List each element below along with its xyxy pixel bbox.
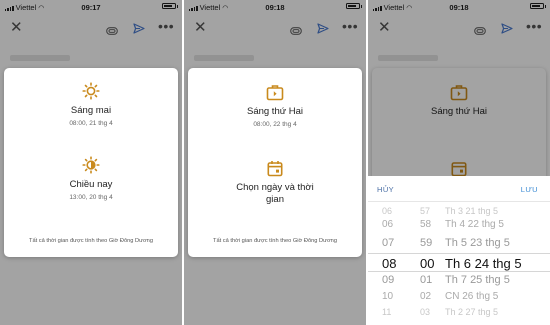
option-subtitle: 13:00, 20 thg 4 bbox=[69, 193, 113, 201]
picker-row: 10 02 CN 26 thg 5 bbox=[368, 291, 550, 306]
date-value: Th 3 21 thg 5 bbox=[445, 206, 499, 216]
date-time-picker-sheet: HỦY LƯU 06 57 Th 3 21 thg 5 06 58 Th 4 2… bbox=[368, 176, 550, 325]
minute-value: 02 bbox=[420, 291, 432, 302]
minute-value: 03 bbox=[420, 307, 431, 317]
date-value: CN 26 thg 5 bbox=[445, 291, 499, 302]
hour-value: 06 bbox=[382, 219, 394, 230]
minute-value: 00 bbox=[420, 256, 435, 271]
option-title: Chọn ngày và thời gian bbox=[236, 182, 314, 205]
option-title: Sáng mai bbox=[70, 105, 112, 116]
screen-1: Viettel ◠ 09:17 ✕ ••• Sáng mai 08:00, 21… bbox=[0, 0, 182, 325]
date-value: Th 6 24 thg 5 bbox=[445, 256, 522, 271]
hour-value: 10 bbox=[382, 291, 394, 302]
picker-row: 11 03 Th 2 27 thg 5 bbox=[368, 307, 550, 322]
hour-value: 11 bbox=[382, 307, 392, 317]
date-value: Th 7 25 thg 5 bbox=[445, 274, 510, 286]
save-button[interactable]: LƯU bbox=[521, 185, 538, 194]
cancel-button[interactable]: HỦY bbox=[377, 185, 394, 194]
minute-value: 58 bbox=[420, 219, 432, 230]
option-title: Chiều nay bbox=[69, 179, 113, 190]
snooze-dialog: Sáng mai 08:00, 21 thg 4 Chiều nay 13:00… bbox=[4, 68, 178, 257]
minute-value: 01 bbox=[420, 274, 433, 286]
hour-value: 09 bbox=[382, 274, 395, 286]
screen-2: Viettel ◠ 09:18 ✕ ••• Sáng thứ Hai 08:00… bbox=[184, 0, 366, 325]
minute-value: 57 bbox=[420, 206, 431, 216]
picker-row: 09 01 Th 7 25 thg 5 bbox=[368, 274, 550, 289]
option-subtitle: 08:00, 22 thg 4 bbox=[253, 120, 297, 128]
picker-header: HỦY LƯU bbox=[368, 176, 550, 202]
timezone-note: Tất cả thời gian được tính theo Giờ Đông… bbox=[212, 238, 338, 244]
hour-value: 07 bbox=[382, 237, 395, 249]
option-monday-morning[interactable]: Sáng thứ Hai 08:00, 22 thg 4 bbox=[188, 84, 362, 128]
option-pick-date-time[interactable]: Chọn ngày và thời gian bbox=[188, 160, 362, 206]
calendar-icon bbox=[188, 160, 362, 177]
minute-value: 59 bbox=[420, 237, 433, 249]
hour-value: 06 bbox=[382, 206, 393, 216]
hour-value: 08 bbox=[382, 256, 397, 271]
timezone-note: Tất cả thời gian được tính theo Giờ Đông… bbox=[28, 238, 154, 244]
date-time-wheel[interactable]: 06 57 Th 3 21 thg 5 06 58 Th 4 22 thg 5 … bbox=[368, 206, 550, 325]
date-value: Th 5 23 thg 5 bbox=[445, 237, 510, 249]
option-title: Sáng thứ Hai bbox=[246, 106, 303, 117]
picker-row-selected: 08 00 Th 6 24 thg 5 bbox=[368, 253, 550, 272]
picker-row: 07 59 Th 5 23 thg 5 bbox=[368, 237, 550, 252]
date-value: Th 4 22 thg 5 bbox=[445, 219, 504, 230]
afternoon-sun-icon bbox=[4, 156, 178, 174]
briefcase-icon bbox=[188, 84, 362, 101]
option-tomorrow-morning[interactable]: Sáng mai 08:00, 21 thg 4 bbox=[4, 82, 178, 127]
picker-row: 06 58 Th 4 22 thg 5 bbox=[368, 219, 550, 234]
option-this-afternoon[interactable]: Chiều nay 13:00, 20 thg 4 bbox=[4, 156, 178, 201]
screen-3: Viettel ◠ 09:18 ✕ ••• Sáng thứ Hai HỦY L… bbox=[368, 0, 550, 325]
date-value: Th 2 27 thg 5 bbox=[445, 307, 499, 317]
snooze-dialog: Sáng thứ Hai 08:00, 22 thg 4 Chọn ngày v… bbox=[188, 68, 362, 257]
sun-icon bbox=[4, 82, 178, 100]
option-subtitle: 08:00, 21 thg 4 bbox=[69, 119, 113, 127]
